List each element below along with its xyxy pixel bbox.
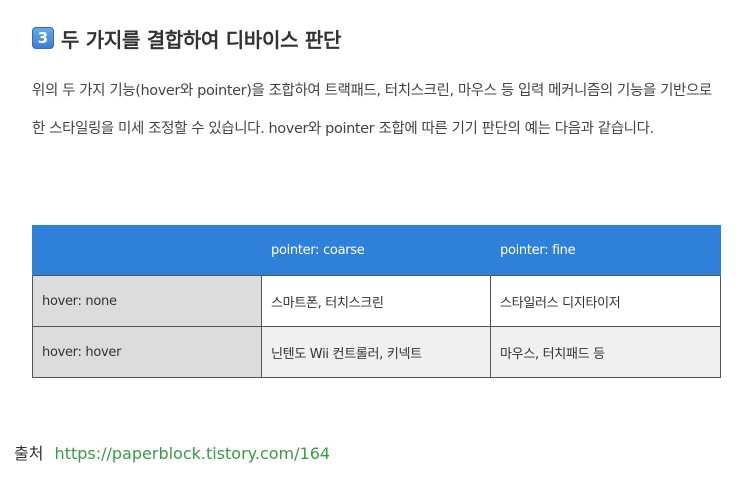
table-header-row: pointer: coarse pointer: fine — [32, 225, 721, 276]
body-paragraph: 위의 두 가지 기능(hover와 pointer)을 조합하여 트랙패드, 터… — [32, 83, 712, 137]
table-header-cell — [32, 225, 262, 276]
table-row-head: hover: none — [32, 275, 262, 327]
table-row: hover: hover 닌텐도 Wii 컨트롤러, 키넥트 마우스, 터치패드… — [32, 326, 721, 378]
device-table: pointer: coarse pointer: fine hover: non… — [32, 225, 721, 378]
number-3-keycap-icon: 3 — [32, 27, 54, 49]
table-cell: 마우스, 터치패드 등 — [490, 326, 721, 378]
table-header-cell: pointer: fine — [490, 225, 721, 276]
source-label: 출처 — [14, 444, 44, 463]
table-cell: 스타일러스 디지타이저 — [490, 275, 721, 327]
source-link[interactable]: https://paperblock.tistory.com/164 — [55, 444, 331, 463]
table-header-cell: pointer: coarse — [261, 225, 491, 276]
table-cell: 닌텐도 Wii 컨트롤러, 키넥트 — [261, 326, 491, 378]
table-row: hover: none 스마트폰, 터치스크린 스타일러스 디지타이저 — [32, 275, 721, 327]
table-row-head: hover: hover — [32, 326, 262, 378]
section-heading: 3 두 가지를 결합하여 디바이스 판단 — [32, 23, 341, 53]
heading-title: 두 가지를 결합하여 디바이스 판단 — [61, 27, 342, 52]
table-cell: 스마트폰, 터치스크린 — [261, 275, 491, 327]
source-line: 출처 https://paperblock.tistory.com/164 — [14, 440, 330, 464]
